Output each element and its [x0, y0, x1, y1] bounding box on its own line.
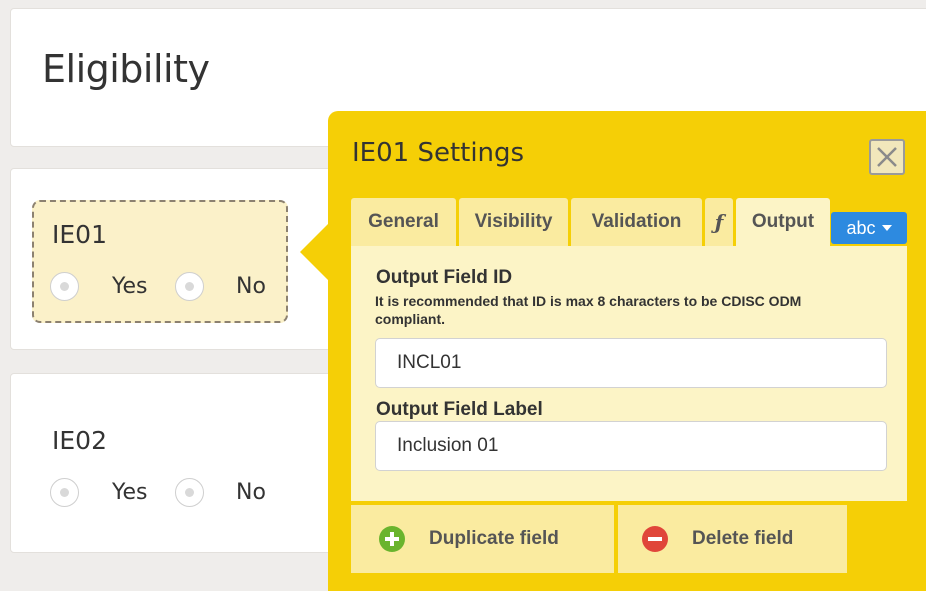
delete-field-button[interactable]: Delete field: [618, 505, 847, 573]
field-label-ie01: IE01: [52, 220, 107, 249]
chevron-down-icon: [881, 225, 892, 231]
radio-no-ie02[interactable]: [175, 478, 204, 507]
close-icon: [877, 147, 897, 167]
delete-field-label: Delete field: [692, 528, 794, 549]
radio-no-ie01[interactable]: [175, 272, 204, 301]
output-field-id-input[interactable]: [375, 338, 887, 388]
output-field-id-label: Output Field ID: [376, 267, 513, 288]
section-title: Eligibility: [42, 47, 210, 91]
radio-label-yes-ie01: Yes: [112, 274, 148, 299]
radio-yes-ie01[interactable]: [50, 272, 79, 301]
field-label-ie02: IE02: [52, 426, 107, 455]
plus-icon: [379, 526, 405, 552]
minus-icon: [642, 526, 668, 552]
popover-arrow: [300, 222, 330, 282]
close-button[interactable]: [869, 139, 905, 175]
radio-yes-ie02[interactable]: [50, 478, 79, 507]
tab-output[interactable]: Output: [736, 198, 830, 246]
selected-field-ie01[interactable]: [32, 200, 288, 323]
radio-label-no-ie01: No: [236, 274, 266, 299]
duplicate-field-button[interactable]: Duplicate field: [351, 505, 614, 573]
tab-visibility[interactable]: Visibility: [459, 198, 568, 246]
field-type-label: abc: [846, 217, 876, 238]
tab-validation[interactable]: Validation: [571, 198, 702, 246]
popover-title: IE01 Settings: [352, 138, 525, 168]
radio-label-no-ie02: No: [236, 480, 266, 505]
duplicate-field-label: Duplicate field: [429, 528, 559, 549]
field-type-dropdown[interactable]: abc: [831, 212, 907, 244]
tab-general[interactable]: General: [351, 198, 456, 246]
tab-function[interactable]: ƒ: [705, 198, 733, 246]
output-field-id-hint: It is recommended that ID is max 8 chara…: [375, 293, 802, 327]
radio-label-yes-ie02: Yes: [112, 480, 148, 505]
output-field-label-input[interactable]: [375, 421, 887, 471]
output-field-label-label: Output Field Label: [376, 399, 543, 420]
